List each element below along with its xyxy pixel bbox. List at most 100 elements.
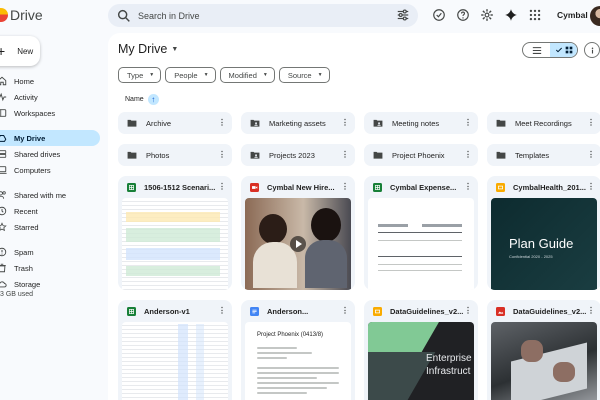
sidebar-item-label: Spam — [14, 247, 34, 257]
more-options-icon[interactable]: ⋮ — [586, 151, 596, 159]
sidebar-item-label: Activity — [14, 92, 38, 102]
drive-logo[interactable]: Drive — [0, 7, 43, 23]
chevron-down-icon: ▼ — [149, 72, 155, 78]
more-options-icon[interactable]: ⋮ — [463, 183, 473, 191]
gemini-sparkle-icon[interactable] — [504, 8, 518, 22]
chevron-down-icon: ▼ — [317, 72, 323, 78]
more-options-icon[interactable]: ⋮ — [463, 151, 473, 159]
folder-name: Photos — [146, 150, 170, 160]
search-input[interactable] — [138, 10, 378, 21]
play-icon[interactable] — [290, 236, 306, 252]
filter-chip-people[interactable]: People ▼ — [165, 67, 216, 83]
people-icon — [0, 191, 6, 199]
file-thumbnail — [122, 198, 228, 290]
folder-item[interactable]: Templates ⋮ — [487, 144, 600, 166]
filter-chip-type[interactable]: Type ▼ — [118, 67, 162, 83]
workspaces-icon — [0, 109, 7, 117]
search-options-icon[interactable] — [396, 8, 410, 22]
folder-item[interactable]: Meeting notes ⋮ — [364, 112, 478, 134]
search-icon[interactable] — [116, 8, 132, 24]
folder-item[interactable]: Photos ⋮ — [118, 144, 232, 166]
sidebar-item-activity[interactable]: Activity — [0, 89, 100, 105]
details-button[interactable] — [584, 42, 600, 58]
folder-name: Projects 2023 — [269, 150, 315, 160]
avatar[interactable] — [590, 6, 600, 26]
sidebar-item-cloud[interactable]: Storage — [0, 276, 100, 292]
sidebar-item-people[interactable]: Shared with me — [0, 187, 100, 203]
checkmark-icon — [555, 47, 562, 53]
grid-icon — [565, 46, 572, 54]
sidebar-item-spam[interactable]: Spam — [0, 244, 100, 260]
sidebar-item-workspaces[interactable]: Workspaces — [0, 105, 100, 121]
sidebar-item-shared-drives[interactable]: Shared drives — [0, 146, 100, 162]
file-card[interactable]: Anderson-v1 ⋮ — [118, 300, 232, 400]
file-name: CymbalHealth_201... — [513, 182, 586, 192]
file-card[interactable]: 1506-1512 Scenari... ⋮ — [118, 176, 232, 290]
more-options-icon[interactable]: ⋮ — [217, 119, 227, 127]
more-options-icon[interactable]: ⋮ — [217, 151, 227, 159]
docs-file-icon — [250, 306, 259, 316]
list-view-button[interactable] — [523, 43, 550, 57]
more-options-icon[interactable]: ⋮ — [340, 151, 350, 159]
grid-view-button[interactable] — [550, 43, 577, 57]
sidebar-item-trash[interactable]: Trash — [0, 260, 100, 276]
shared-folder-icon — [250, 151, 260, 159]
more-options-icon[interactable]: ⋮ — [463, 119, 473, 127]
arrow-up-icon[interactable]: ↑ — [147, 94, 159, 105]
clock-icon — [0, 206, 7, 216]
page-title[interactable]: My Drive ▼ — [118, 42, 178, 56]
sidebar-item-star[interactable]: Starred — [0, 219, 100, 235]
more-options-icon[interactable]: ⋮ — [217, 307, 227, 315]
file-card[interactable]: Cymbal New Hire... ⋮ — [241, 176, 355, 290]
help-icon[interactable] — [456, 8, 470, 22]
sort-control[interactable]: Name ↑ — [125, 94, 159, 105]
more-options-icon[interactable]: ⋮ — [586, 119, 596, 127]
drive-icon — [0, 135, 7, 142]
file-grid: 1506-1512 Scenari... ⋮ Cymbal New Hire... ⋮… — [118, 176, 600, 400]
sidebar-item-clock[interactable]: Recent — [0, 203, 100, 219]
file-card[interactable]: Anderson... ⋮ Project Phoenix (0413/8) — [241, 300, 355, 400]
apps-grid-icon[interactable] — [528, 8, 542, 22]
file-card[interactable]: DataGuidelines_v2... ⋮ Enterprise Infrastr… — [364, 300, 478, 400]
offline-status-icon[interactable] — [432, 8, 446, 22]
folder-item[interactable]: Meet Recordings ⋮ — [487, 112, 600, 134]
more-options-icon[interactable]: ⋮ — [217, 183, 227, 191]
drive-logo-icon — [0, 8, 8, 22]
filter-chip-source[interactable]: Source ▼ — [278, 67, 330, 83]
more-options-icon[interactable]: ⋮ — [463, 307, 473, 315]
folder-item[interactable]: Projects 2023 ⋮ — [241, 144, 355, 166]
file-card[interactable]: CymbalHealth_201... ⋮ Plan Guide Confidenti… — [487, 176, 600, 290]
folder-name: Meet Recordings — [515, 118, 572, 128]
file-name: DataGuidelines_v2... — [390, 306, 463, 316]
file-name: Anderson... — [267, 306, 309, 316]
shared-folder-icon — [373, 119, 383, 127]
org-brand: Cymbal — [557, 10, 588, 20]
more-options-icon[interactable]: ⋮ — [340, 307, 350, 315]
more-options-icon[interactable]: ⋮ — [586, 307, 596, 315]
search-bar[interactable] — [108, 4, 418, 27]
home-icon — [0, 76, 7, 86]
sidebar-item-computer[interactable]: Computers — [0, 162, 100, 178]
file-card[interactable]: Cymbal Expense... ⋮ — [364, 176, 478, 290]
folder-item[interactable]: Archive ⋮ — [118, 112, 232, 134]
sidebar-item-home[interactable]: Home — [0, 73, 100, 89]
list-icon — [532, 46, 541, 54]
sidebar-item-drive[interactable]: My Drive — [0, 130, 100, 146]
computer-icon — [0, 166, 7, 174]
new-button-label: New — [17, 46, 34, 56]
folder-item[interactable]: Marketing assets ⋮ — [241, 112, 355, 134]
more-options-icon[interactable]: ⋮ — [586, 183, 596, 191]
folder-item[interactable]: Project Phoenix ⋮ — [364, 144, 478, 166]
folder-grid: Archive ⋮ Marketing assets ⋮ Meeting notes ⋮ M… — [118, 112, 600, 166]
settings-icon[interactable] — [480, 8, 494, 22]
new-button[interactable]: + New — [0, 36, 40, 66]
filter-chip-modified[interactable]: Modified ▼ — [219, 67, 275, 83]
trash-icon — [0, 263, 6, 273]
folder-name: Project Phoenix — [392, 150, 445, 160]
more-options-icon[interactable]: ⋮ — [340, 119, 350, 127]
plus-icon: + — [0, 43, 6, 59]
sheets-file-icon — [127, 182, 136, 192]
thumbnail-title: Project Phoenix (0413/8) — [257, 332, 324, 338]
more-options-icon[interactable]: ⋮ — [340, 183, 350, 191]
file-card[interactable]: DataGuidelines_v2... ⋮ — [487, 300, 600, 400]
